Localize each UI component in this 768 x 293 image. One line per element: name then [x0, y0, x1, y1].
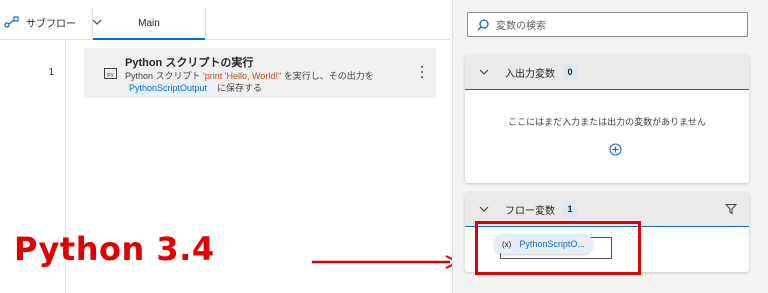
- filter-icon[interactable]: [725, 203, 737, 215]
- subflow-icon: [4, 16, 19, 28]
- chevron-down-icon[interactable]: [479, 204, 489, 214]
- action-description-line2: PythonScriptOutput に保存する: [125, 81, 262, 94]
- line-number: 1: [48, 67, 54, 78]
- python-script-icon: py: [104, 68, 117, 79]
- search-icon: [477, 18, 489, 30]
- chevron-down-icon[interactable]: [479, 67, 489, 77]
- io-variables-panel: 入出力変数 0 ここにはまだ入力または出力の変数がありません: [465, 55, 749, 183]
- action-title: Python スクリプトの実行: [125, 57, 254, 69]
- more-icon: [421, 66, 423, 68]
- flow-variables-count: 1: [563, 201, 577, 217]
- tab-main[interactable]: Main: [93, 8, 205, 40]
- output-variable-chip[interactable]: PythonScriptOutput: [125, 81, 212, 94]
- flow-variables-title: フロー変数: [505, 205, 555, 217]
- annotation-python-version: Python 3.4: [14, 230, 215, 268]
- subflows-label: サブフロー: [26, 18, 76, 30]
- action-desc-suffix: を実行し、その出力を: [281, 71, 374, 81]
- action-desc-prefix: Python スクリプト: [125, 71, 204, 81]
- svg-text:py: py: [107, 72, 114, 78]
- io-variables-header[interactable]: 入出力変数 0: [465, 55, 749, 90]
- action-run-python-script[interactable]: py Python スクリプトの実行 Python スクリプト 'print '…: [84, 48, 436, 98]
- io-empty-message: ここにはまだ入力または出力の変数がありません: [508, 117, 706, 127]
- subflows-dropdown[interactable]: サブフロー: [4, 14, 102, 30]
- flow-editor: サブフロー Main 1 py Python スクリプトの実行 Python ス…: [0, 0, 460, 293]
- search-placeholder: 変数の検索: [496, 21, 546, 32]
- annotation-highlight-box: [475, 221, 641, 275]
- arrow-right-icon: [312, 255, 460, 269]
- more-icon: [421, 71, 423, 73]
- io-variables-title: 入出力変数: [505, 68, 555, 80]
- editor-tab-bar: サブフロー Main: [0, 0, 450, 40]
- variable-search-input[interactable]: 変数の検索: [467, 12, 748, 37]
- io-variables-count: 0: [563, 64, 577, 80]
- more-icon: [421, 76, 423, 78]
- tab-bar-empty-area: [206, 8, 450, 40]
- add-icon[interactable]: [609, 143, 622, 156]
- more-options-button[interactable]: [418, 64, 426, 80]
- action-desc-code: 'print 'Hello, World!'': [203, 71, 282, 81]
- action-desc-tail: に保存する: [217, 83, 263, 93]
